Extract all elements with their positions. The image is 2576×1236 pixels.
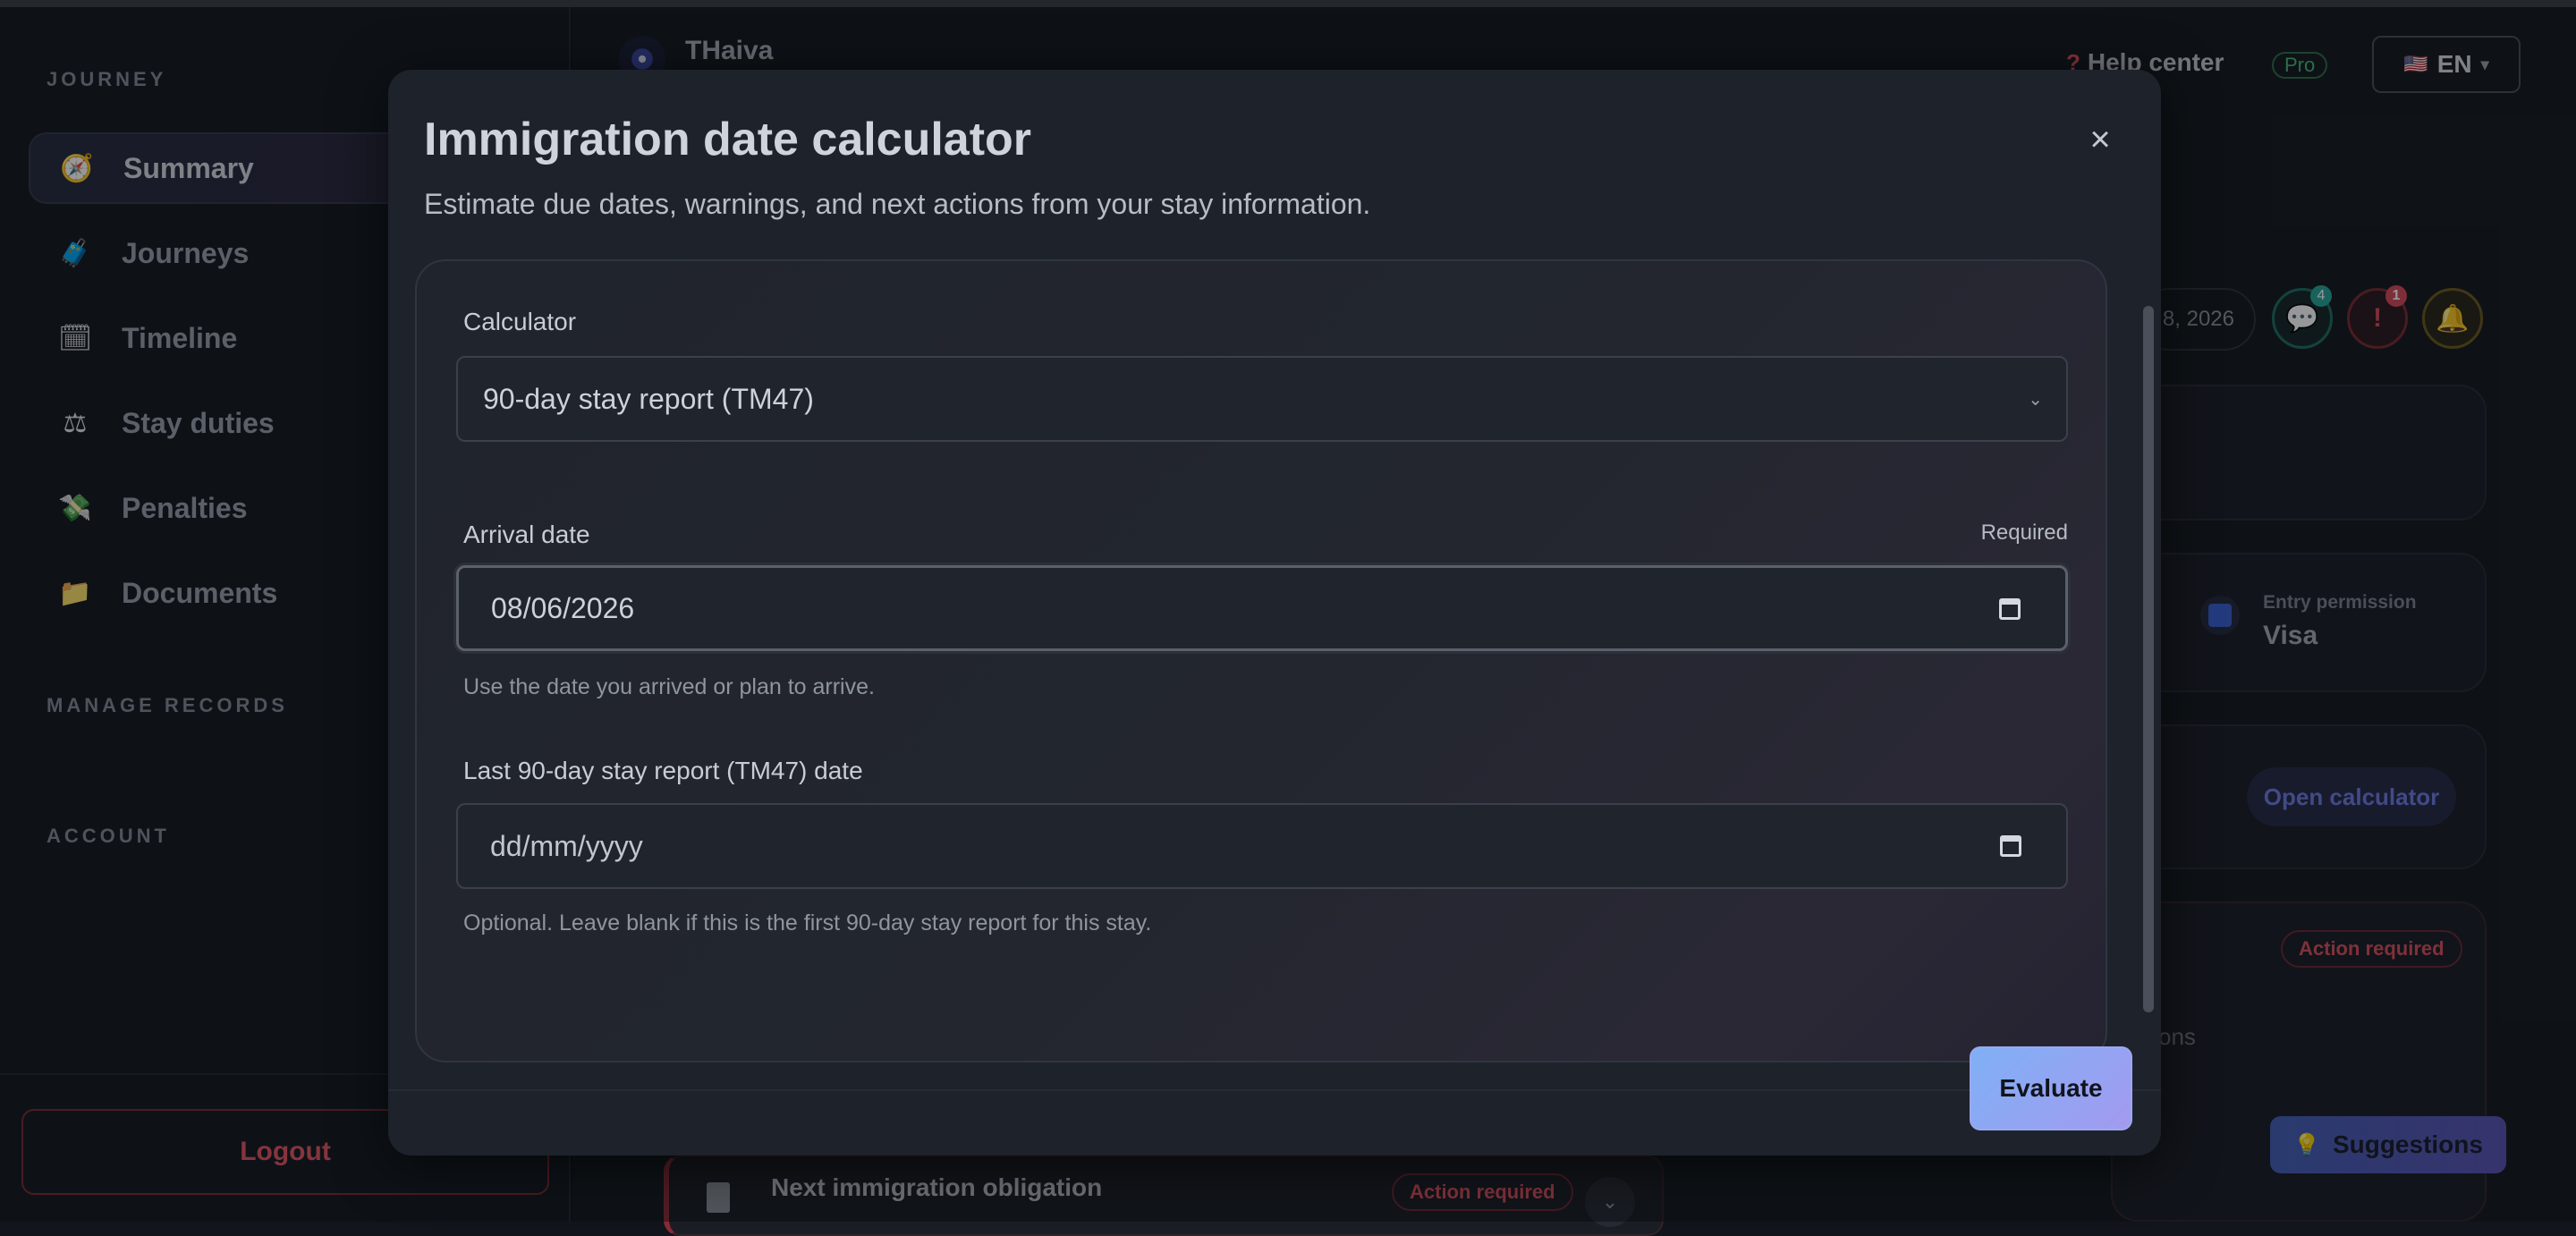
calendar-icon[interactable] xyxy=(1999,598,2021,620)
calculator-label: Calculator xyxy=(463,308,577,335)
close-icon[interactable]: × xyxy=(2075,114,2125,165)
calculator-select[interactable]: 90-day stay report (TM47) ⌄ xyxy=(456,356,2068,442)
last-report-date-input[interactable]: dd/mm/yyyy xyxy=(456,803,2068,889)
modal-title: Immigration date calculator xyxy=(424,114,1032,165)
arrival-date-hint: Use the date you arrived or plan to arri… xyxy=(463,674,875,699)
calculator-modal: Immigration date calculator Estimate due… xyxy=(388,70,2161,1156)
arrival-date-label: Arrival date xyxy=(463,521,590,548)
modal-footer-divider xyxy=(388,1089,2161,1091)
last-report-date-hint: Optional. Leave blank if this is the fir… xyxy=(463,910,1152,935)
arrival-date-value: 08/06/2026 xyxy=(491,591,635,624)
calculator-select-value: 90-day stay report (TM47) xyxy=(483,382,814,415)
modal-scrollbar[interactable] xyxy=(2143,306,2154,1012)
evaluate-button[interactable]: Evaluate xyxy=(1970,1046,2132,1130)
calendar-icon[interactable] xyxy=(2000,835,2021,857)
arrival-date-label-row: Arrival date Required xyxy=(463,521,2068,549)
modal-subtitle: Estimate due dates, warnings, and next a… xyxy=(424,188,1371,220)
required-indicator: Required xyxy=(1980,521,2068,545)
last-report-date-placeholder: dd/mm/yyyy xyxy=(490,829,643,862)
chevron-down-icon: ⌄ xyxy=(2028,390,2043,410)
arrival-date-input[interactable]: 08/06/2026 xyxy=(456,565,2068,651)
last-report-date-label: Last 90-day stay report (TM47) date xyxy=(463,757,863,784)
